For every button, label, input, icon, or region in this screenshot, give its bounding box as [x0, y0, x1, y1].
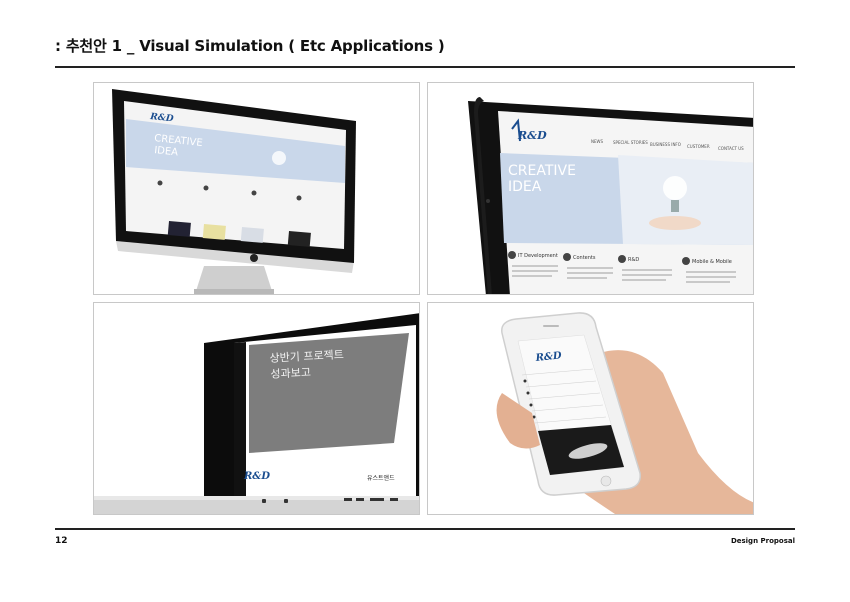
- svg-text:IDEA: IDEA: [508, 179, 542, 195]
- laptop-illustration: [94, 313, 419, 514]
- slide-title: 상반기 프로젝트 성과보고: [269, 347, 345, 383]
- footer-rule: [55, 528, 795, 530]
- svg-text:SPECIAL STORIES: SPECIAL STORIES: [613, 140, 648, 145]
- laptop-mockup-panel: 상반기 프로젝트 성과보고 R&D 유스트앤드: [93, 302, 420, 515]
- svg-text:R&D: R&D: [628, 257, 639, 263]
- imac-illustration: CREATIVE IDEA R&D: [112, 89, 356, 294]
- svg-text:BUSINESS INFO: BUSINESS INFO: [650, 142, 681, 147]
- phone-mockup-panel: R&D: [427, 302, 754, 515]
- page-number: 12: [55, 536, 68, 546]
- svg-text:NEWS: NEWS: [591, 139, 603, 144]
- imac-mockup-panel: CREATIVE IDEA R&D: [93, 82, 420, 295]
- page-title: : 추천안 1 _ Visual Simulation ( Etc Applic…: [55, 37, 445, 55]
- svg-text:CUSTOMER: CUSTOMER: [687, 144, 710, 149]
- tablet-logo: R&D: [517, 129, 547, 142]
- phone-illustration: R&D: [496, 312, 753, 514]
- slide-logo: R&D: [244, 471, 271, 482]
- header-rule: [55, 66, 795, 68]
- footer-label: Design Proposal: [730, 537, 795, 545]
- svg-text:IT Development: IT Development: [518, 253, 558, 259]
- svg-text:CONTACT US: CONTACT US: [718, 146, 744, 151]
- svg-text:CREATIVE: CREATIVE: [508, 163, 576, 179]
- svg-text:Mobile & Mobile: Mobile & Mobile: [692, 259, 732, 265]
- svg-text:Contents: Contents: [573, 255, 596, 261]
- slide-company: 유스트앤드: [367, 475, 395, 482]
- tablet-illustration: R&D NEWS SPECIAL STORIES BUSINESS INFO C…: [468, 97, 753, 294]
- tablet-mockup-panel: R&D NEWS SPECIAL STORIES BUSINESS INFO C…: [427, 82, 754, 295]
